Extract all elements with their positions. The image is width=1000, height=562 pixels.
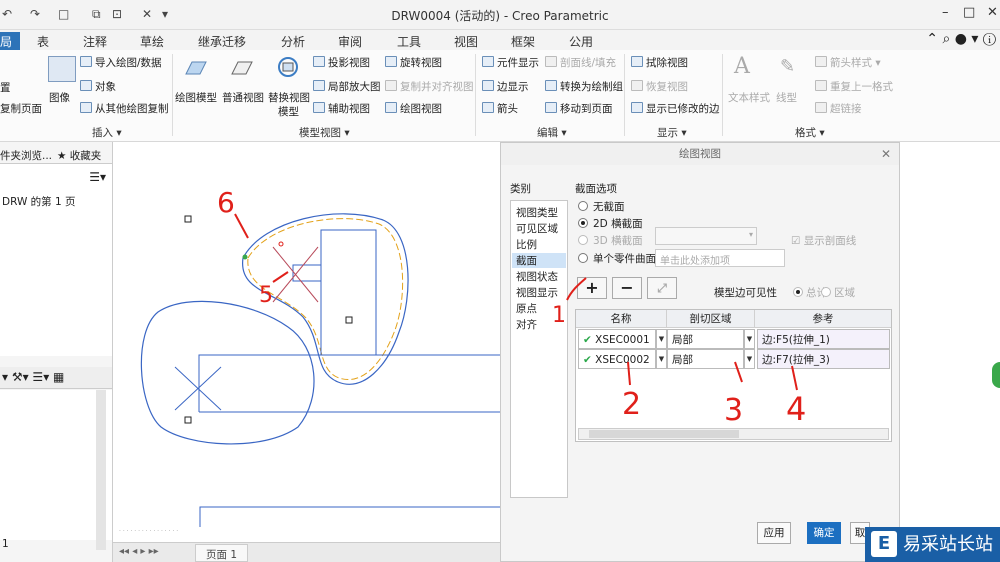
watermark-text: 易采站长站	[903, 534, 993, 555]
annotation-layer: 1 2 3 4	[552, 277, 806, 428]
annotation-3: 3	[724, 393, 743, 428]
side-toggle[interactable]	[992, 362, 1000, 388]
annotation-arrow-2	[627, 361, 631, 386]
annotation-1: 1	[552, 303, 566, 328]
canvas-right	[900, 142, 1000, 527]
annotation-2: 2	[622, 387, 641, 422]
annotation-4: 4	[786, 390, 806, 428]
watermark-logo: E	[871, 531, 897, 557]
annotation-arrow-3	[734, 361, 743, 383]
annotation-arrow-1	[566, 277, 587, 301]
watermark: E 易采站长站	[865, 527, 1000, 562]
annotation-arrow-4	[791, 365, 798, 391]
